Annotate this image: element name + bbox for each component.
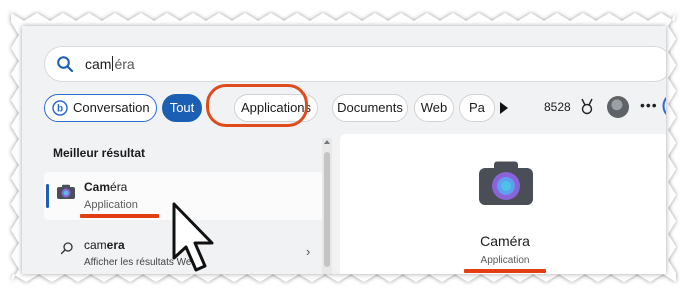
- tab-partial[interactable]: Pa: [459, 94, 495, 122]
- tab-documents[interactable]: Documents: [332, 94, 408, 122]
- annotation-underline: [464, 269, 546, 273]
- svg-text:b: b: [57, 104, 63, 115]
- play-icon[interactable]: [500, 102, 508, 114]
- conversation-label: Conversation: [73, 100, 150, 115]
- selection-indicator: [46, 184, 49, 208]
- tab-web[interactable]: Web: [414, 94, 454, 122]
- bing-icon: b: [52, 100, 68, 116]
- search-input[interactable]: cam éra: [85, 56, 135, 72]
- filter-bar: b Conversation Tout Applications Documen…: [44, 94, 666, 124]
- cursor-arrow-icon: [172, 202, 214, 272]
- search-bar[interactable]: cam éra: [44, 46, 666, 82]
- rewards-points: 8528: [544, 100, 571, 114]
- detail-subtitle: Application: [480, 255, 530, 266]
- web-search-icon: [60, 242, 73, 255]
- web-result-title: camera: [84, 238, 125, 252]
- tab-tout[interactable]: Tout: [162, 94, 202, 122]
- best-result-heading: Meilleur résultat: [53, 146, 146, 160]
- chevron-right-icon[interactable]: ›: [306, 244, 310, 259]
- scroll-thumb[interactable]: [324, 152, 330, 267]
- detail-pane: Caméra Application: [340, 134, 666, 274]
- scroll-up-arrow-icon[interactable]: [324, 140, 330, 144]
- detail-title: Caméra: [480, 233, 530, 249]
- tab-applications[interactable]: Applications: [234, 94, 318, 122]
- camera-icon: [57, 184, 75, 199]
- bing-icon[interactable]: b: [662, 92, 666, 120]
- medal-icon[interactable]: [579, 98, 595, 116]
- results-scrollbar[interactable]: [322, 138, 332, 274]
- search-icon: [57, 56, 74, 73]
- camera-icon: [479, 161, 533, 205]
- conversation-button[interactable]: b Conversation: [44, 94, 157, 122]
- search-panel: cam éra b Conversation Tout Applications …: [22, 26, 666, 274]
- annotation-underline: [80, 214, 159, 218]
- avatar[interactable]: [607, 96, 629, 118]
- more-icon[interactable]: •••: [640, 97, 658, 113]
- best-result-title: Caméra: [84, 180, 128, 194]
- best-result-subtitle: Application: [84, 199, 138, 211]
